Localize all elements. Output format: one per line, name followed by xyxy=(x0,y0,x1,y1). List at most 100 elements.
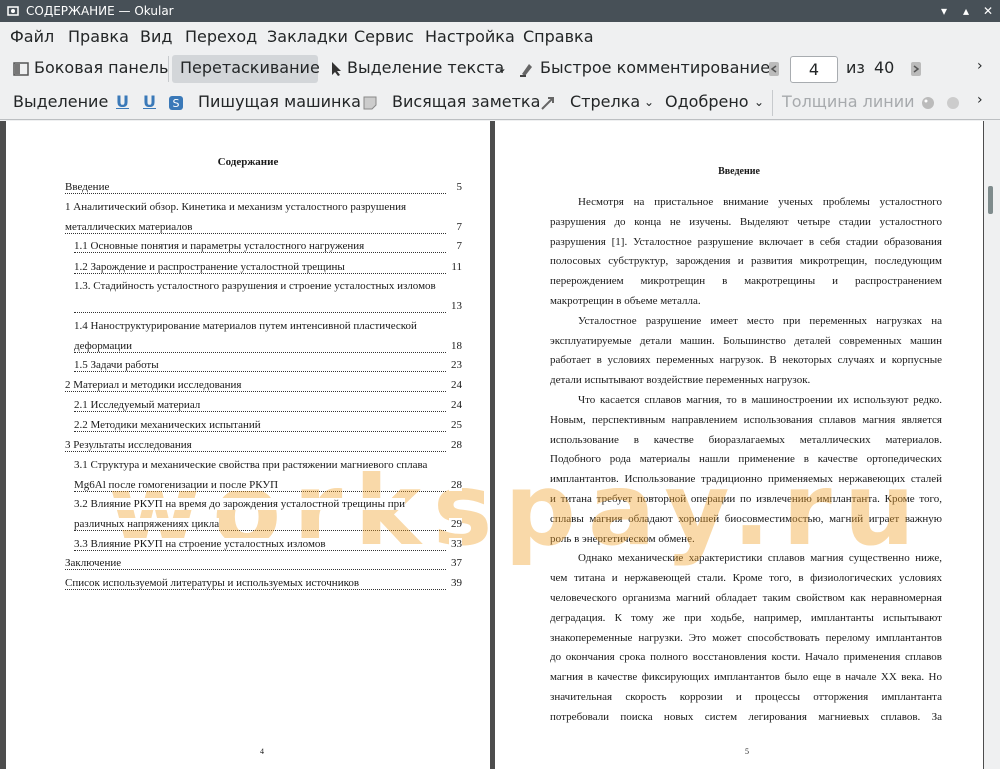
toc-leader-dots xyxy=(74,352,446,353)
body-text-line: магния в качестве фиксирующих имплантант… xyxy=(550,671,942,684)
toc-page-number: 7 xyxy=(454,221,462,233)
chevron-down-icon[interactable]: ⌄ xyxy=(497,61,507,75)
scrollbar-thumb[interactable] xyxy=(988,186,993,214)
maximize-icon[interactable]: ▴ xyxy=(958,3,974,19)
menu-settings[interactable]: Настройка xyxy=(425,27,515,46)
chevron-down-icon[interactable]: ⌄ xyxy=(754,95,764,109)
toolbar-separator xyxy=(772,90,773,116)
toc-entry[interactable]: 1.4 Наноструктурирование материалов путе… xyxy=(74,320,462,336)
toc-leader-dots xyxy=(74,252,446,253)
toc-entry[interactable]: Список используемой литературы и использ… xyxy=(65,577,462,593)
squiggle-icon[interactable]: U xyxy=(143,92,156,111)
body-text-line: Несмотря на пристальное внимание ученых … xyxy=(578,196,942,208)
stamp-approved-button[interactable]: Одобрено xyxy=(665,92,749,111)
menu-bookmarks[interactable]: Закладки xyxy=(267,27,348,46)
menu-help[interactable]: Справка xyxy=(523,27,594,46)
toc-entry[interactable]: 1.3. Стадийность усталостного разрушения… xyxy=(74,280,462,296)
next-page-icon[interactable] xyxy=(908,61,924,77)
toc-entry-text: деформации xyxy=(74,340,133,352)
toc-entry[interactable]: деформации 18 xyxy=(74,340,462,356)
toc-entry[interactable]: 1.5 Задачи работы 23 xyxy=(74,359,462,375)
annotation-toolbar: Выделение U U S Пишущая машинка Висящая … xyxy=(0,86,1000,120)
toc-entry-text: Введение xyxy=(65,181,110,193)
drag-mode-button[interactable]: Перетаскивание xyxy=(180,58,320,77)
menubar: Файл Правка Вид Переход Закладки Сервис … xyxy=(0,22,1000,52)
body-text-line: эксплуатируемые детали машин. Большинств… xyxy=(550,334,942,347)
toc-entry[interactable]: металлических материалов 7 xyxy=(65,221,462,237)
page-number-footer: 5 xyxy=(745,747,749,756)
vertical-scrollbar[interactable] xyxy=(984,121,1000,769)
svg-text:S: S xyxy=(173,97,180,110)
toc-page-number: 5 xyxy=(454,181,462,193)
color-picker-icon[interactable] xyxy=(920,95,936,111)
toc-entry[interactable]: 2.1 Исследуемый материал 24 xyxy=(74,399,462,415)
body-text-line: Что касается сплавов магния, то в машино… xyxy=(578,394,942,406)
page-number-footer: 4 xyxy=(260,747,264,756)
toc-leader-dots xyxy=(74,273,446,274)
underline-icon[interactable]: U xyxy=(116,92,129,111)
sticky-note-icon xyxy=(363,96,377,110)
highlighter-icon xyxy=(520,64,532,77)
toc-entry[interactable]: 13 xyxy=(74,300,462,316)
toc-entry-text: 3.1 Структура и механические свойства пр… xyxy=(74,459,428,471)
window-title: СОДЕРЖАНИЕ — Okular xyxy=(26,4,174,18)
body-text-line: потребовали поиска новых систем легирова… xyxy=(550,710,942,723)
toolbar-overflow-icon[interactable]: › xyxy=(977,92,983,108)
body-text-line: использование в качестве биоразлагаемых … xyxy=(550,433,942,446)
toc-entry-text: 1.5 Задачи работы xyxy=(74,359,159,371)
strikeout-icon[interactable]: S xyxy=(168,95,184,111)
chevron-down-icon[interactable]: ⌄ xyxy=(644,95,654,109)
toc-leader-dots xyxy=(65,589,446,590)
toc-entry[interactable]: 1 Аналитический обзор. Кинетика и механи… xyxy=(65,201,462,217)
close-icon[interactable]: ✕ xyxy=(980,3,996,19)
page-total: 40 xyxy=(874,58,895,77)
body-text-line: макротрещин в объеме металла. xyxy=(550,295,701,307)
toc-entry-text: металлических материалов xyxy=(65,221,193,233)
menu-tools[interactable]: Сервис xyxy=(354,27,414,46)
selection-tool-button[interactable]: Выделение xyxy=(13,92,108,111)
page-number-input[interactable]: 4 xyxy=(790,56,838,83)
minimize-icon[interactable]: ▾ xyxy=(936,3,952,19)
menu-edit[interactable]: Правка xyxy=(68,27,129,46)
toc-page-number: 7 xyxy=(454,240,462,252)
sidebar-button[interactable]: Боковая панель xyxy=(34,58,168,77)
toc-entry[interactable]: 2 Материал и методики исследования 24 xyxy=(65,379,462,395)
toc-entry[interactable]: 1.1 Основные понятия и параметры усталос… xyxy=(74,240,462,256)
window-titlebar[interactable]: СОДЕРЖАНИЕ — Okular ▾ ▴ ✕ xyxy=(0,0,1000,22)
toolbar-overflow-icon[interactable]: › xyxy=(977,58,983,74)
document-viewer[interactable]: Содержание Введение 5 1 Аналитический обзо… xyxy=(0,121,1000,769)
arrow-tool-icon xyxy=(541,97,554,110)
sidebar-icon xyxy=(13,62,29,76)
toc-entry-text: 1.3. Стадийность усталостного разрушения… xyxy=(74,280,436,292)
toc-page-number: 23 xyxy=(449,359,462,371)
toc-entry[interactable]: 1.2 Зарождение и распространение усталос… xyxy=(74,261,462,277)
menu-view[interactable]: Вид xyxy=(140,27,172,46)
toc-entry-text: 3.2 Влияние РКУП на время до зарождения … xyxy=(74,498,405,510)
body-text-line: значительная скорость коррозии и процесс… xyxy=(550,691,942,703)
body-text-line: разрушения [1]. Усталостное разрушение в… xyxy=(550,235,942,248)
typewriter-button[interactable]: Пишущая машинка xyxy=(198,92,361,111)
line-width-button[interactable]: Толщина линии xyxy=(782,92,915,111)
sticky-note-button[interactable]: Висящая заметка xyxy=(392,92,540,111)
toc-entry-text: 3 Результаты исследования xyxy=(65,439,192,451)
toc-heading: Содержание xyxy=(217,156,279,168)
toc-leader-dots xyxy=(74,371,446,372)
body-text-line: работает в условиях переменных нагрузок.… xyxy=(550,354,942,367)
toc-page-number: 13 xyxy=(449,300,462,312)
text-select-button[interactable]: Выделение текста xyxy=(347,58,504,77)
document-page-5[interactable]: Введение Несмотря на пристальное внимани… xyxy=(495,121,983,769)
quick-comment-button[interactable]: Быстрое комментирование xyxy=(540,58,770,77)
toc-page-number: 28 xyxy=(449,439,462,451)
document-page-4[interactable]: Содержание Введение 5 1 Аналитический обзо… xyxy=(6,121,490,769)
menu-file[interactable]: Файл xyxy=(10,27,54,46)
previous-page-icon[interactable] xyxy=(766,61,782,77)
main-toolbar: Боковая панель Перетаскивание Выделение … xyxy=(0,52,1000,86)
menu-go[interactable]: Переход xyxy=(185,27,257,46)
toc-entry[interactable]: 2.2 Методики механических испытаний 25 xyxy=(74,419,462,435)
toc-entry-text: 1.4 Наноструктурирование материалов путе… xyxy=(74,320,417,332)
arrow-button[interactable]: Стрелка xyxy=(570,92,640,111)
toc-page-number: 24 xyxy=(449,379,462,391)
toc-entry-text: Список используемой литературы и использ… xyxy=(65,577,360,589)
toc-entry[interactable]: Введение 5 xyxy=(65,181,462,197)
opacity-icon[interactable] xyxy=(945,95,961,111)
